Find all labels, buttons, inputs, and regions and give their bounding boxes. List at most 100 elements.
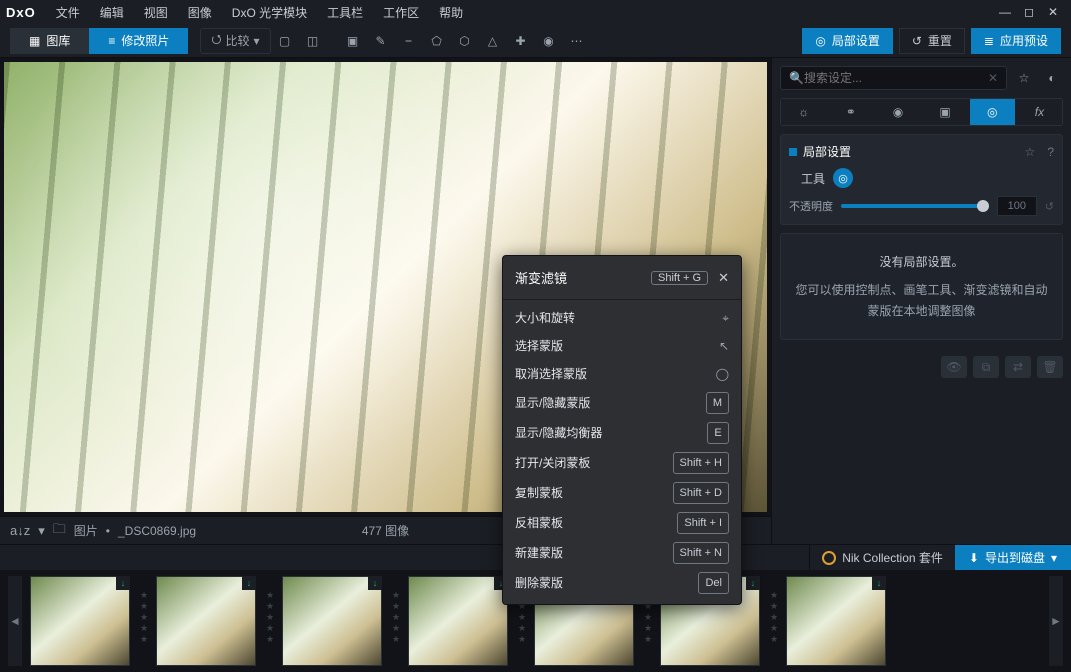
context-item-key: Del xyxy=(698,572,729,594)
separator: • xyxy=(106,524,110,538)
context-item-2[interactable]: 取消选择蒙版◯ xyxy=(503,360,741,388)
split-view-button[interactable]: ◫ xyxy=(299,28,327,54)
search-box[interactable]: 🔍 ✕ xyxy=(780,66,1007,90)
filmstrip-right-button[interactable]: ► xyxy=(1049,576,1063,666)
thumbnail[interactable]: ★★★★★↓ xyxy=(30,576,130,666)
thumbnail-badge: ↓ xyxy=(116,576,130,590)
menu-toolbar[interactable]: 工具栏 xyxy=(317,4,373,21)
local-adjust-button[interactable]: ◎ 局部设置 xyxy=(802,28,893,54)
context-menu-items: 大小和旋转⌖选择蒙版↖取消选择蒙版◯显示/隐藏蒙版M显示/隐藏均衡器E打开/关闭… xyxy=(503,304,741,598)
tab-geom[interactable]: ▣ xyxy=(923,99,968,125)
fx-icon: fx xyxy=(1035,105,1044,119)
opacity-value[interactable]: 100 xyxy=(997,196,1037,216)
apply-preset-button[interactable]: ≣ 应用预设 xyxy=(971,28,1061,54)
context-item-0[interactable]: 大小和旋转⌖ xyxy=(503,304,741,332)
delete-button[interactable]: 🗑 xyxy=(1037,356,1063,378)
toggle-icon[interactable]: ◐ xyxy=(1041,67,1063,89)
tab-light[interactable]: ☼ xyxy=(781,99,826,125)
context-item-7[interactable]: 反相蒙板Shift + I xyxy=(503,508,741,538)
panel-header[interactable]: 局部设置 ☆ ? xyxy=(789,143,1054,160)
context-item-6[interactable]: 复制蒙板Shift + D xyxy=(503,478,741,508)
compare-group: ⭯ 比较 ▾ ▢ ◫ xyxy=(200,28,326,54)
context-item-9[interactable]: 删除蒙版 Del xyxy=(503,568,741,598)
window-minimize-button[interactable]: — xyxy=(993,5,1017,19)
mask-view-button[interactable]: 👁 xyxy=(941,356,967,378)
thumbnail-badge: ↓ xyxy=(746,576,760,590)
context-menu-close-button[interactable]: ✕ xyxy=(718,270,729,286)
nik-collection-button[interactable]: Nik Collection 套件 xyxy=(809,545,955,570)
duplicate-button[interactable]: ⧉ xyxy=(973,356,999,378)
tab-detail[interactable]: ◉ xyxy=(875,99,920,125)
single-view-button[interactable]: ▢ xyxy=(271,28,299,54)
menu-view[interactable]: 视图 xyxy=(134,4,178,21)
menu-optics[interactable]: DxO 光学模块 xyxy=(222,4,317,21)
trash-icon: 🗑 xyxy=(1042,360,1057,374)
local-tool-button[interactable]: ◎ xyxy=(833,168,853,188)
context-item-label: 选择蒙版 xyxy=(515,336,563,356)
clear-search-icon[interactable]: ✕ xyxy=(988,71,998,85)
slider-thumb[interactable] xyxy=(977,200,989,212)
export-button[interactable]: ⬇ 导出到磁盘 ▾ xyxy=(955,545,1071,570)
sun-icon: ☼ xyxy=(798,105,809,119)
tab-local[interactable]: ◎ xyxy=(970,99,1015,125)
menu-help[interactable]: 帮助 xyxy=(429,4,473,21)
local-settings-panel: 局部设置 ☆ ? 工具 ◎ 不透明度 100 ↺ xyxy=(780,134,1063,225)
thumbnail-badge: ↓ xyxy=(872,576,886,590)
sort-icon[interactable]: a↓z xyxy=(10,523,30,538)
tab-develop[interactable]: ≡ 修改照片 xyxy=(89,28,188,54)
context-item-label: 删除蒙版 xyxy=(515,573,563,593)
thumbnail[interactable]: ★★★★★↓ xyxy=(786,576,886,666)
panel-help-icon[interactable]: ? xyxy=(1047,145,1054,159)
tab-library[interactable]: ▦ 图库 xyxy=(10,28,89,54)
context-item-4[interactable]: 显示/隐藏均衡器E xyxy=(503,418,741,448)
filter-icon[interactable]: ▾ xyxy=(38,523,45,539)
compare-button[interactable]: ⭯ 比较 ▾ xyxy=(200,28,270,54)
app-logo: DxO xyxy=(6,5,36,20)
folder-icon: 🗀 xyxy=(53,520,66,542)
menu-workspace[interactable]: 工作区 xyxy=(373,4,429,21)
star-icon[interactable]: ☆ xyxy=(1013,67,1035,89)
menu-image[interactable]: 图像 xyxy=(178,4,222,21)
circle-icon: ◉ xyxy=(893,105,903,119)
crop-button[interactable]: ▣ xyxy=(339,28,367,54)
context-item-8[interactable]: 新建蒙版Shift + N xyxy=(503,538,741,568)
context-item-3[interactable]: 显示/隐藏蒙版M xyxy=(503,388,741,418)
opacity-slider[interactable] xyxy=(841,204,989,208)
menu-file[interactable]: 文件 xyxy=(46,4,90,21)
menu-edit[interactable]: 编辑 xyxy=(90,4,134,21)
panel-star-icon[interactable]: ☆ xyxy=(1025,145,1036,159)
thumbnail[interactable]: ★★★★★↓ xyxy=(408,576,508,666)
horizon-button[interactable]: ⎯ xyxy=(395,28,423,54)
filmstrip-left-button[interactable]: ◄ xyxy=(8,576,22,666)
more-tools-button[interactable]: ⋯ xyxy=(563,28,591,54)
nik-icon xyxy=(822,551,836,565)
opacity-reset-icon[interactable]: ↺ xyxy=(1045,200,1054,213)
window-maximize-button[interactable]: ◻ xyxy=(1017,5,1041,19)
context-item-5[interactable]: 打开/关闭蒙板Shift + H xyxy=(503,448,741,478)
nik-label: Nik Collection 套件 xyxy=(842,549,943,566)
folder-label: 图片 xyxy=(74,522,98,539)
context-item-key: Shift + I xyxy=(677,512,729,534)
tool-row: 工具 ◎ xyxy=(789,168,1054,188)
horizon-icon: ⎯ xyxy=(406,33,412,48)
thumbnail[interactable]: ★★★★★↓ xyxy=(156,576,256,666)
apply-preset-label: 应用预设 xyxy=(1000,32,1048,49)
thumbnail[interactable]: ★★★★★↓ xyxy=(282,576,382,666)
redeye-button[interactable]: ◉ xyxy=(535,28,563,54)
window-close-button[interactable]: ✕ xyxy=(1041,5,1065,19)
invert-button[interactable]: ⇄ xyxy=(1005,356,1031,378)
reset-button[interactable]: ↺ 重置 xyxy=(899,28,965,54)
target2-icon: ◎ xyxy=(987,105,997,119)
perspective2-button[interactable]: ⬡ xyxy=(451,28,479,54)
preset-icon: ≣ xyxy=(984,34,994,48)
search-input[interactable] xyxy=(804,71,988,85)
tab-library-label: 图库 xyxy=(46,32,70,49)
repair-button[interactable]: ✚ xyxy=(507,28,535,54)
tab-fx[interactable]: fx xyxy=(1017,99,1062,125)
context-item-label: 显示/隐藏蒙版 xyxy=(515,393,590,413)
perspective1-button[interactable]: ⬠ xyxy=(423,28,451,54)
tab-color[interactable]: ⚭ xyxy=(828,99,873,125)
perspective3-button[interactable]: △ xyxy=(479,28,507,54)
eyedropper-button[interactable]: ✎ xyxy=(367,28,395,54)
context-item-1[interactable]: 选择蒙版↖ xyxy=(503,332,741,360)
